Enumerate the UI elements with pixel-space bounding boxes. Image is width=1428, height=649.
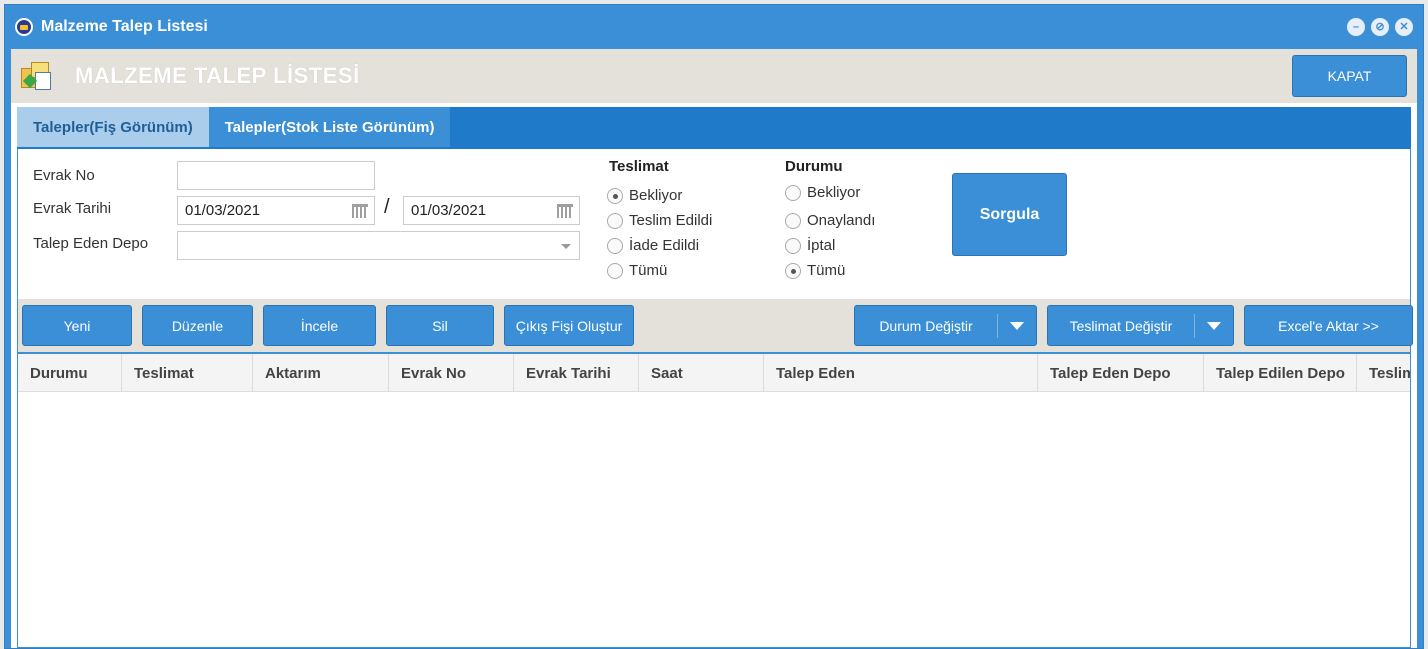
durumu-title: Durumu — [785, 158, 843, 175]
date-separator: / — [384, 196, 390, 218]
calendar-icon[interactable] — [352, 204, 368, 218]
talep-grid: Durumu Teslimat Aktarım Evrak No Evrak T… — [18, 352, 1410, 647]
date-to-input[interactable]: 01/03/2021 — [403, 196, 580, 225]
column-header-talep-eden-depo[interactable]: Talep Eden Depo — [1038, 354, 1204, 392]
durum-degistir-button[interactable]: Durum Değiştir — [854, 305, 1037, 346]
tab-bar: Talepler(Fiş Görünüm) Talepler(Stok List… — [17, 107, 1411, 147]
evrak-no-label: Evrak No — [33, 167, 95, 184]
action-toolbar: Yeni Düzenle İncele Sil Çıkış Fişi Oluşt… — [18, 299, 1413, 352]
radio-label: İptal — [807, 237, 836, 254]
excel-aktar-button[interactable]: Excel'e Aktar >> — [1244, 305, 1413, 346]
column-header-saat[interactable]: Saat — [639, 354, 764, 392]
radio-icon — [785, 237, 801, 254]
window-content: MALZEME TALEP LİSTESİ KAPAT Talepler(Fiş… — [11, 49, 1417, 648]
durumu-radio-bekliyor[interactable]: Bekliyor — [785, 184, 860, 201]
filter-form: Evrak No Evrak Tarihi 01/03/2021 / 01/03… — [18, 149, 1410, 301]
tab-panel: Evrak No Evrak Tarihi 01/03/2021 / 01/03… — [17, 147, 1413, 648]
evrak-tarihi-label: Evrak Tarihi — [33, 200, 112, 217]
durum-degistir-label: Durum Değiştir — [879, 317, 973, 334]
column-header-talep-eden[interactable]: Talep Eden — [764, 354, 1038, 392]
tab-stok-liste-gorunum[interactable]: Talepler(Stok Liste Görünüm) — [208, 107, 451, 147]
teslimat-degistir-button[interactable]: Teslimat Değiştir — [1047, 305, 1234, 346]
radio-label: Bekliyor — [807, 184, 861, 201]
duzenle-button[interactable]: Düzenle — [142, 305, 253, 346]
teslimat-radio-bekliyor[interactable]: Bekliyor — [607, 187, 682, 204]
radio-selected-icon — [607, 187, 623, 204]
column-header-teslim[interactable]: Teslim — [1357, 354, 1410, 392]
teslimat-degistir-label: Teslimat Değiştir — [1069, 317, 1173, 334]
tab-fis-gorunum[interactable]: Talepler(Fiş Görünüm) — [17, 107, 209, 147]
teslimat-title: Teslimat — [609, 158, 669, 175]
radio-label: İade Edildi — [629, 237, 700, 254]
app-logo-icon — [15, 18, 33, 36]
durumu-radio-onaylandi[interactable]: Onaylandı — [785, 212, 875, 229]
chevron-down-icon — [561, 244, 571, 249]
radio-selected-icon — [785, 262, 801, 279]
radio-icon — [607, 262, 623, 279]
date-to-value: 01/03/2021 — [411, 202, 487, 219]
radio-icon — [785, 212, 801, 229]
package-request-icon — [19, 60, 55, 92]
calendar-icon[interactable] — [557, 204, 573, 218]
teslimat-radio-iade-edildi[interactable]: İade Edildi — [607, 237, 699, 254]
radio-label: Tümü — [629, 262, 668, 279]
chevron-down-icon[interactable] — [998, 321, 1036, 330]
radio-label: Onaylandı — [807, 212, 876, 229]
durumu-radio-tumu[interactable]: Tümü — [785, 262, 845, 279]
column-header-evrak-tarihi[interactable]: Evrak Tarihi — [514, 354, 639, 392]
teslimat-radio-tumu[interactable]: Tümü — [607, 262, 667, 279]
column-header-evrak-no[interactable]: Evrak No — [389, 354, 514, 392]
talep-eden-depo-label: Talep Eden Depo — [33, 235, 149, 252]
window-title: Malzeme Talep Listesi — [41, 18, 208, 35]
close-button[interactable]: KAPAT — [1292, 55, 1407, 97]
teslimat-radio-teslim-edildi[interactable]: Teslim Edildi — [607, 212, 712, 229]
window-titlebar[interactable]: Malzeme Talep Listesi – ⊘ ✕ — [5, 5, 1423, 49]
close-icon[interactable]: ✕ — [1395, 18, 1413, 36]
talep-eden-depo-select[interactable] — [177, 231, 580, 260]
radio-icon — [607, 212, 623, 229]
app-window: Malzeme Talep Listesi – ⊘ ✕ MALZEME TALE… — [4, 4, 1424, 649]
page-header: MALZEME TALEP LİSTESİ KAPAT — [11, 49, 1417, 103]
radio-label: Bekliyor — [629, 187, 683, 204]
durumu-radio-iptal[interactable]: İptal — [785, 237, 835, 254]
incele-button[interactable]: İncele — [263, 305, 376, 346]
grid-header: Durumu Teslimat Aktarım Evrak No Evrak T… — [18, 354, 1410, 392]
date-from-input[interactable]: 01/03/2021 — [177, 196, 375, 225]
evrak-no-input[interactable] — [177, 161, 375, 190]
window-controls: – ⊘ ✕ — [1347, 18, 1423, 36]
yeni-button[interactable]: Yeni — [22, 305, 132, 346]
radio-icon — [607, 237, 623, 254]
page-title: MALZEME TALEP LİSTESİ — [75, 63, 360, 88]
chevron-down-icon[interactable] — [1195, 321, 1233, 330]
restore-icon[interactable]: ⊘ — [1371, 18, 1389, 36]
column-header-teslimat[interactable]: Teslimat — [122, 354, 253, 392]
date-from-value: 01/03/2021 — [185, 202, 261, 219]
radio-label: Tümü — [807, 262, 846, 279]
sorgula-button[interactable]: Sorgula — [952, 173, 1067, 256]
minimize-icon[interactable]: – — [1347, 18, 1365, 36]
column-header-talep-edilen-depo[interactable]: Talep Edilen Depo — [1204, 354, 1357, 392]
column-header-aktarim[interactable]: Aktarım — [253, 354, 389, 392]
sil-button[interactable]: Sil — [386, 305, 494, 346]
column-header-durumu[interactable]: Durumu — [18, 354, 122, 392]
cikis-fisi-olustur-button[interactable]: Çıkış Fişi Oluştur — [504, 305, 634, 346]
radio-icon — [785, 184, 801, 201]
radio-label: Teslim Edildi — [629, 212, 713, 229]
